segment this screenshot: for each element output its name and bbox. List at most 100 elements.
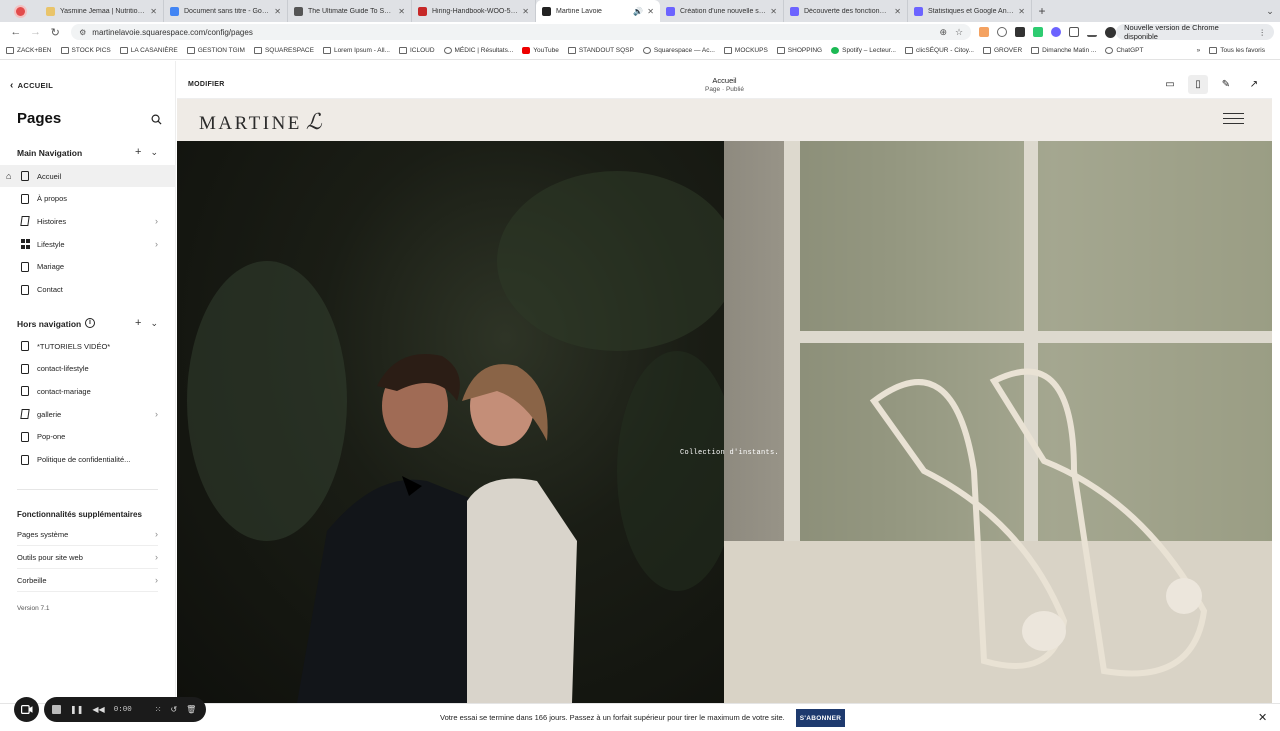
subscribe-button[interactable]: S'ABONNER [796, 709, 845, 727]
bookmark-item[interactable]: clicSÉQUR - Citoy... [904, 47, 974, 54]
bookmark-item[interactable]: STANDOUT SQSP [567, 47, 634, 54]
extensions-area [979, 26, 1117, 38]
nav-page-item[interactable]: À propos [0, 188, 176, 210]
close-tab-icon[interactable]: ✕ [398, 7, 405, 16]
close-tab-icon[interactable]: ✕ [1018, 7, 1025, 16]
nav-page-item[interactable]: gallerie › [0, 403, 176, 425]
site-header: MARTINE ℒ [177, 99, 1272, 141]
bookmark-item[interactable]: ChatGPT [1105, 47, 1143, 54]
rewind-icon[interactable]: ◀◀ [92, 705, 104, 714]
collapse-chevron-icon[interactable]: ⌄ [150, 147, 158, 158]
browser-tab[interactable]: Yasmine Jemaa | Nutritionnis ✕ [40, 0, 164, 22]
restart-icon[interactable]: ↺ [170, 705, 177, 714]
nav-page-item[interactable]: Pop-one [0, 426, 176, 448]
bookmark-item[interactable]: SHOPPING [776, 47, 822, 54]
bookmark-item[interactable]: SQUARESPACE [253, 47, 314, 54]
extra-feature-label: Pages système [17, 529, 69, 539]
bookmark-item[interactable]: Spotify – Lecteur... [831, 47, 896, 54]
bookmark-item[interactable]: GESTION TGIM [186, 47, 245, 54]
translate-icon[interactable]: ⊕ [939, 27, 947, 38]
browser-tab[interactable]: Création d'une nouvelle séan ✕ [660, 0, 784, 22]
bookmark-item[interactable]: Lorem Ipsum - All... [322, 47, 390, 54]
bookmark-item[interactable]: STOCK PICS [60, 47, 111, 54]
extra-feature-item[interactable]: Corbeille › [17, 569, 158, 592]
browser-tab[interactable]: Statistiques et Google Analyt ✕ [908, 0, 1032, 22]
page-icon [21, 454, 29, 465]
bookmarks-overflow-button[interactable]: » [1197, 47, 1201, 54]
extension-1-icon[interactable] [979, 27, 990, 37]
open-external-arrow-icon[interactable]: ↗ [1244, 75, 1264, 94]
stop-recording-icon[interactable] [52, 705, 61, 714]
browser-tab[interactable]: Martine Lavoie 🔊 ✕ [536, 0, 660, 22]
site-logo[interactable]: MARTINE ℒ [199, 109, 322, 135]
nav-page-item[interactable]: Mariage [0, 256, 176, 278]
main-navigation-heading: Main Navigation [17, 148, 83, 158]
site-info-icon[interactable]: ⚙ [79, 28, 86, 37]
new-tab-button[interactable]: + [1032, 4, 1052, 18]
extra-feature-label: Outils pour site web [17, 552, 83, 562]
collapse-chevron-icon[interactable]: ⌄ [150, 318, 158, 329]
reload-icon[interactable]: ↻ [45, 26, 65, 39]
pause-icon[interactable]: ❚❚ [70, 705, 83, 714]
close-tab-icon[interactable]: ✕ [647, 7, 654, 16]
bookmark-item[interactable]: Dimanche Matin ... [1031, 47, 1096, 54]
close-tab-icon[interactable]: ✕ [274, 7, 281, 16]
camera-toggle-button[interactable] [14, 697, 39, 722]
back-arrow-icon[interactable]: ← [6, 26, 26, 38]
nav-page-item[interactable]: Politique de confidentialité... [0, 449, 176, 471]
all-bookmarks-button[interactable]: Tous les favoris [1209, 47, 1265, 54]
bookmark-item[interactable]: ZACK+BEN [6, 47, 52, 54]
nav-page-item[interactable]: contact-mariage [0, 380, 176, 402]
nav-page-item[interactable]: Lifestyle › [0, 233, 176, 255]
bookmark-item[interactable]: LA CASANIÈRE [119, 47, 178, 54]
extension-2-icon[interactable] [997, 27, 1008, 37]
reading-list-icon[interactable] [1087, 27, 1098, 37]
bookmark-item[interactable]: GROVER [982, 47, 1022, 54]
hamburger-menu-icon[interactable] [1223, 113, 1244, 124]
extension-4-icon[interactable] [1033, 27, 1044, 37]
extensions-puzzle-icon[interactable] [1069, 27, 1080, 37]
close-tab-icon[interactable]: ✕ [150, 7, 157, 16]
bookmark-item[interactable]: ICLOUD [398, 47, 435, 54]
chrome-update-button[interactable]: Nouvelle version de Chrome disponible ⋮ [1116, 23, 1274, 41]
trash-icon[interactable]: 🗑 [186, 705, 196, 714]
close-tab-icon[interactable]: ✕ [894, 7, 901, 16]
url-omnibox[interactable]: ⚙ martinelavoie.squarespace.com/config/p… [71, 24, 972, 40]
bookmark-item[interactable]: Squarespace — Ac... [642, 47, 715, 54]
desktop-view-icon[interactable]: ▭ [1160, 75, 1180, 94]
close-tab-icon[interactable]: ✕ [770, 7, 777, 16]
extension-5-icon[interactable] [1051, 27, 1062, 37]
add-page-plus-icon[interactable]: + [135, 317, 141, 329]
close-banner-icon[interactable]: ✕ [1258, 711, 1267, 724]
audio-speaker-icon[interactable]: 🔊 [633, 7, 643, 16]
nav-page-item[interactable]: *TUTORIELS VIDÉO* [0, 335, 176, 357]
bookmark-star-icon[interactable]: ☆ [955, 27, 963, 38]
browser-tab[interactable]: Document sans titre - Google ✕ [164, 0, 288, 22]
profile-avatar[interactable] [1105, 26, 1117, 38]
mobile-view-icon[interactable]: ▯ [1188, 75, 1208, 94]
search-icon[interactable] [151, 114, 162, 125]
extra-feature-item[interactable]: Pages système › [17, 523, 158, 546]
extension-3-icon[interactable] [1015, 27, 1026, 37]
tab-favicon-icon [790, 6, 799, 16]
design-brush-icon[interactable]: ✎ [1216, 75, 1236, 94]
forward-arrow-icon[interactable]: → [26, 26, 46, 38]
bookmark-item[interactable]: MOCKUPS [723, 47, 768, 54]
nav-page-item[interactable]: ⌂ Accueil [0, 165, 176, 187]
extra-feature-item[interactable]: Outils pour site web › [17, 546, 158, 569]
nav-page-item[interactable]: Contact [0, 279, 176, 301]
nav-page-item[interactable]: Histoires › [0, 210, 176, 232]
add-page-plus-icon[interactable]: + [135, 146, 141, 158]
grid-icon[interactable]: ⁙ [155, 705, 162, 714]
close-tab-icon[interactable]: ✕ [522, 7, 529, 16]
browser-tab[interactable]: Découverte des fonctionnalit ✕ [784, 0, 908, 22]
nav-page-item[interactable]: contact-lifestyle [0, 358, 176, 380]
bookmark-item[interactable]: YouTube [522, 47, 559, 54]
bookmark-item[interactable]: MÉDIC | Résultats... [443, 47, 513, 54]
edit-button[interactable]: MODIFIER [188, 81, 225, 88]
browser-tab[interactable]: The Ultimate Guide To Small ✕ [288, 0, 412, 22]
tab-search-chevron-icon[interactable]: ⌄ [1260, 6, 1280, 17]
back-to-home-link[interactable]: ‹ ACCUEIL [10, 80, 53, 91]
browser-tab[interactable]: Hiring-Handbook-WOO-5-23 ✕ [412, 0, 536, 22]
info-icon[interactable]: i [85, 318, 95, 328]
